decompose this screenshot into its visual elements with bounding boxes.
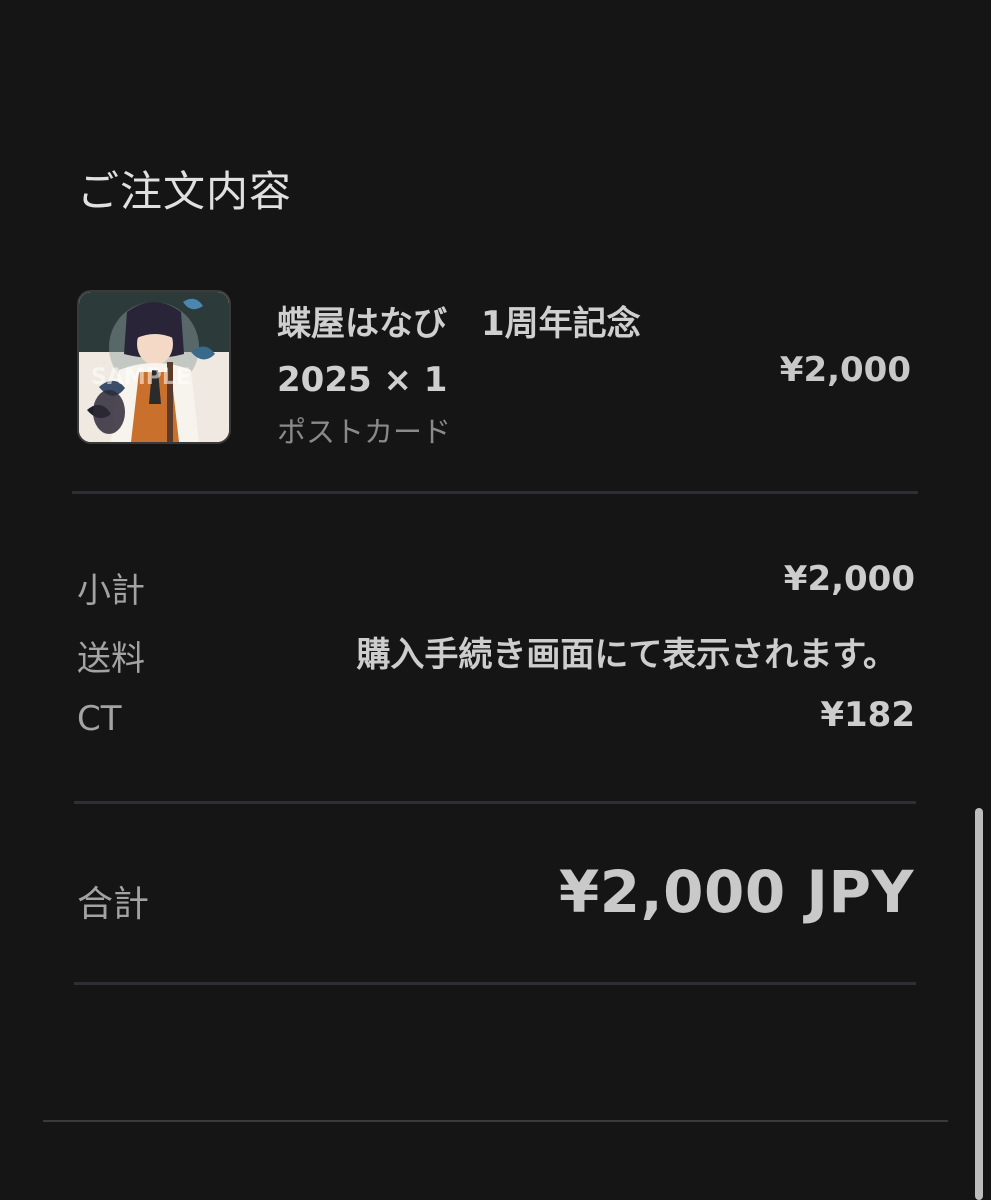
item-variant: ポストカード <box>277 415 452 449</box>
subtotal-row: 小計 ¥2,000 <box>77 555 915 623</box>
total-value: ¥2,000 JPY <box>558 858 914 926</box>
item-info: 蝶屋はなび 1周年記念 2025 × 1 ポストカード <box>277 296 717 452</box>
svg-text:SAMPLE: SAMPLE <box>91 365 191 390</box>
subtotal-label: 小計 <box>77 571 145 611</box>
total-label: 合計 <box>77 884 150 925</box>
product-thumbnail-image: SAMPLE <box>79 292 229 442</box>
shipping-label: 送料 <box>77 639 145 679</box>
order-line-item[interactable]: SAMPLE 蝶屋はなび 1周年記念 2025 × 1 ポストカード ¥2,00… <box>77 290 915 450</box>
price-summary: 小計 ¥2,000 送料 購入手続き画面にて表示されます。 CT ¥182 <box>77 555 915 759</box>
shipping-row: 送料 購入手続き画面にて表示されます。 <box>77 623 915 691</box>
divider-total <box>74 982 916 985</box>
item-price: ¥2,000 <box>779 350 911 390</box>
order-summary-title: ご注文内容 <box>77 167 293 216</box>
subtotal-value: ¥2,000 <box>783 559 915 599</box>
ct-label: CT <box>77 699 122 739</box>
shipping-value: 購入手続き画面にて表示されます。 <box>356 635 897 675</box>
divider-summary <box>74 801 916 804</box>
scrollbar[interactable] <box>975 808 983 1200</box>
item-name-line2: 2025 × 1 <box>277 360 448 400</box>
product-thumbnail[interactable]: SAMPLE <box>77 290 231 444</box>
item-name-line1: 蝶屋はなび 1周年記念 <box>277 304 641 344</box>
ct-row: CT ¥182 <box>77 691 915 759</box>
ct-value: ¥182 <box>820 695 915 735</box>
divider-item <box>72 491 918 494</box>
divider-bottom <box>43 1120 948 1122</box>
